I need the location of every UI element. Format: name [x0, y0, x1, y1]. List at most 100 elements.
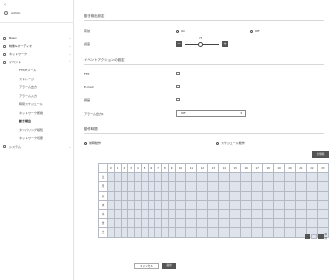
schedule-cell[interactable] — [167, 190, 176, 201]
record-checkbox[interactable] — [176, 97, 180, 101]
hour-header[interactable]: 3 — [127, 162, 135, 174]
schedule-cell[interactable] — [185, 227, 198, 238]
schedule-cell[interactable] — [161, 181, 169, 192]
schedule-cell[interactable] — [154, 190, 162, 201]
schedule-cell[interactable] — [147, 172, 156, 183]
hour-header[interactable]: 17 — [251, 162, 264, 174]
hour-header[interactable]: 1 — [113, 162, 122, 174]
schedule-cell[interactable] — [196, 227, 209, 238]
schedule-cell[interactable] — [185, 181, 198, 192]
sidebar-subitem-network-disconnect[interactable]: ネットワーク断絶 — [3, 109, 71, 118]
schedule-cell[interactable] — [262, 218, 275, 229]
schedule-cell[interactable] — [167, 199, 176, 210]
schedule-cell[interactable] — [154, 199, 162, 210]
schedule-cell[interactable] — [185, 190, 198, 201]
schedule-cell[interactable] — [113, 190, 122, 201]
schedule-cell[interactable] — [134, 218, 142, 229]
schedule-cell[interactable] — [196, 208, 209, 220]
clear-all-button[interactable]: 全削除 — [312, 151, 329, 158]
schedule-cell[interactable] — [218, 208, 231, 220]
back-chevron-icon[interactable]: ‹ — [4, 2, 6, 8]
schedule-cell[interactable] — [316, 199, 329, 210]
cancel-button[interactable]: キャンセル — [134, 263, 159, 269]
sidebar-subitem-ftp-email[interactable]: FTP/Eメール — [3, 66, 71, 75]
hour-header[interactable]: 6 — [147, 162, 156, 174]
schedule-cell[interactable] — [134, 199, 142, 210]
schedule-cell[interactable] — [154, 172, 162, 183]
schedule-cell[interactable] — [134, 227, 142, 238]
schedule-cell[interactable] — [316, 190, 329, 201]
hour-header[interactable]: 23 — [316, 162, 329, 174]
schedule-cell[interactable] — [262, 208, 275, 220]
schedule-cell[interactable] — [167, 218, 176, 229]
sidebar-subitem-alarm-input[interactable]: アラーム入力 — [3, 92, 71, 101]
schedule-cell[interactable] — [218, 172, 231, 183]
schedule-cell[interactable] — [167, 227, 176, 238]
schedule-cell[interactable] — [305, 218, 318, 229]
enable-off-radio[interactable]: Off — [250, 29, 259, 33]
always-radio[interactable]: 常時動作 — [84, 141, 101, 145]
schedule-cell[interactable] — [185, 218, 198, 229]
hour-header[interactable]: 7 — [154, 162, 162, 174]
schedule-cell[interactable] — [107, 190, 115, 201]
schedule-cell[interactable] — [127, 227, 135, 238]
sidebar-subitem-alarm-output[interactable]: アラーム出力 — [3, 83, 71, 92]
schedule-cell[interactable] — [147, 181, 156, 192]
schedule-cell[interactable] — [167, 181, 176, 192]
hour-header[interactable]: 4 — [134, 162, 142, 174]
schedule-cell[interactable] — [147, 208, 156, 220]
hour-header[interactable]: 13 — [207, 162, 220, 174]
enable-on-radio[interactable]: On — [176, 29, 185, 33]
sidebar-item-video-audio[interactable]: 映像&オーディオ ⌄ — [3, 42, 71, 50]
schedule-cell[interactable] — [185, 199, 198, 210]
schedule-cell[interactable] — [174, 172, 187, 183]
sidebar-item-basic[interactable]: Basic ⌄ — [3, 34, 71, 42]
schedule-cell[interactable] — [251, 218, 264, 229]
day-label[interactable]: 水 — [98, 199, 108, 210]
hour-header[interactable]: 20 — [284, 162, 296, 174]
schedule-cell[interactable] — [262, 190, 275, 201]
schedule-cell[interactable] — [174, 199, 187, 210]
schedule-cell[interactable] — [218, 190, 231, 201]
schedule-cell[interactable] — [154, 208, 162, 220]
hour-header[interactable]: 14 — [218, 162, 231, 174]
schedule-cell[interactable] — [294, 181, 307, 192]
day-label[interactable]: 火 — [98, 190, 108, 201]
email-checkbox[interactable] — [176, 84, 180, 88]
schedule-cell[interactable] — [127, 199, 135, 210]
schedule-cell[interactable] — [113, 227, 122, 238]
day-label[interactable]: 木 — [98, 208, 108, 220]
sidebar-subitem-net-cut[interactable]: ネットワーク切断 — [3, 134, 71, 143]
schedule-cell[interactable] — [174, 190, 187, 201]
schedule-cell[interactable] — [273, 227, 286, 238]
schedule-cell[interactable] — [218, 181, 231, 192]
schedule-cell[interactable] — [140, 218, 149, 229]
schedule-cell[interactable] — [284, 199, 296, 210]
schedule-cell[interactable] — [113, 208, 122, 220]
hour-header[interactable]: 5 — [140, 162, 149, 174]
schedule-cell[interactable] — [262, 199, 275, 210]
schedule-cell[interactable] — [218, 199, 231, 210]
plus-button[interactable]: + — [222, 41, 228, 47]
schedule-cell[interactable] — [251, 181, 264, 192]
schedule-cell[interactable] — [113, 181, 122, 192]
slider-knob[interactable] — [198, 41, 203, 47]
schedule-cell[interactable] — [316, 172, 329, 183]
schedule-cell[interactable] — [107, 199, 115, 210]
schedule-cell[interactable] — [154, 181, 162, 192]
schedule-cell[interactable] — [273, 199, 286, 210]
schedule-cell[interactable] — [305, 199, 318, 210]
schedule-cell[interactable] — [127, 181, 135, 192]
schedule-cell[interactable] — [284, 172, 296, 183]
schedule-cell[interactable] — [161, 172, 169, 183]
sidebar-item-network[interactable]: ネットワーク ⌄ — [3, 50, 71, 58]
schedule-cell[interactable] — [113, 218, 122, 229]
schedule-radio[interactable]: スケジュール動作 — [216, 141, 245, 145]
schedule-cell[interactable] — [196, 172, 209, 183]
schedule-cell[interactable] — [167, 208, 176, 220]
sidebar-subitem-time-schedule[interactable]: 時間スケジュール — [3, 100, 71, 109]
schedule-cell[interactable] — [174, 181, 187, 192]
schedule-cell[interactable] — [240, 190, 253, 201]
schedule-cell[interactable] — [207, 208, 220, 220]
schedule-cell[interactable] — [229, 172, 242, 183]
